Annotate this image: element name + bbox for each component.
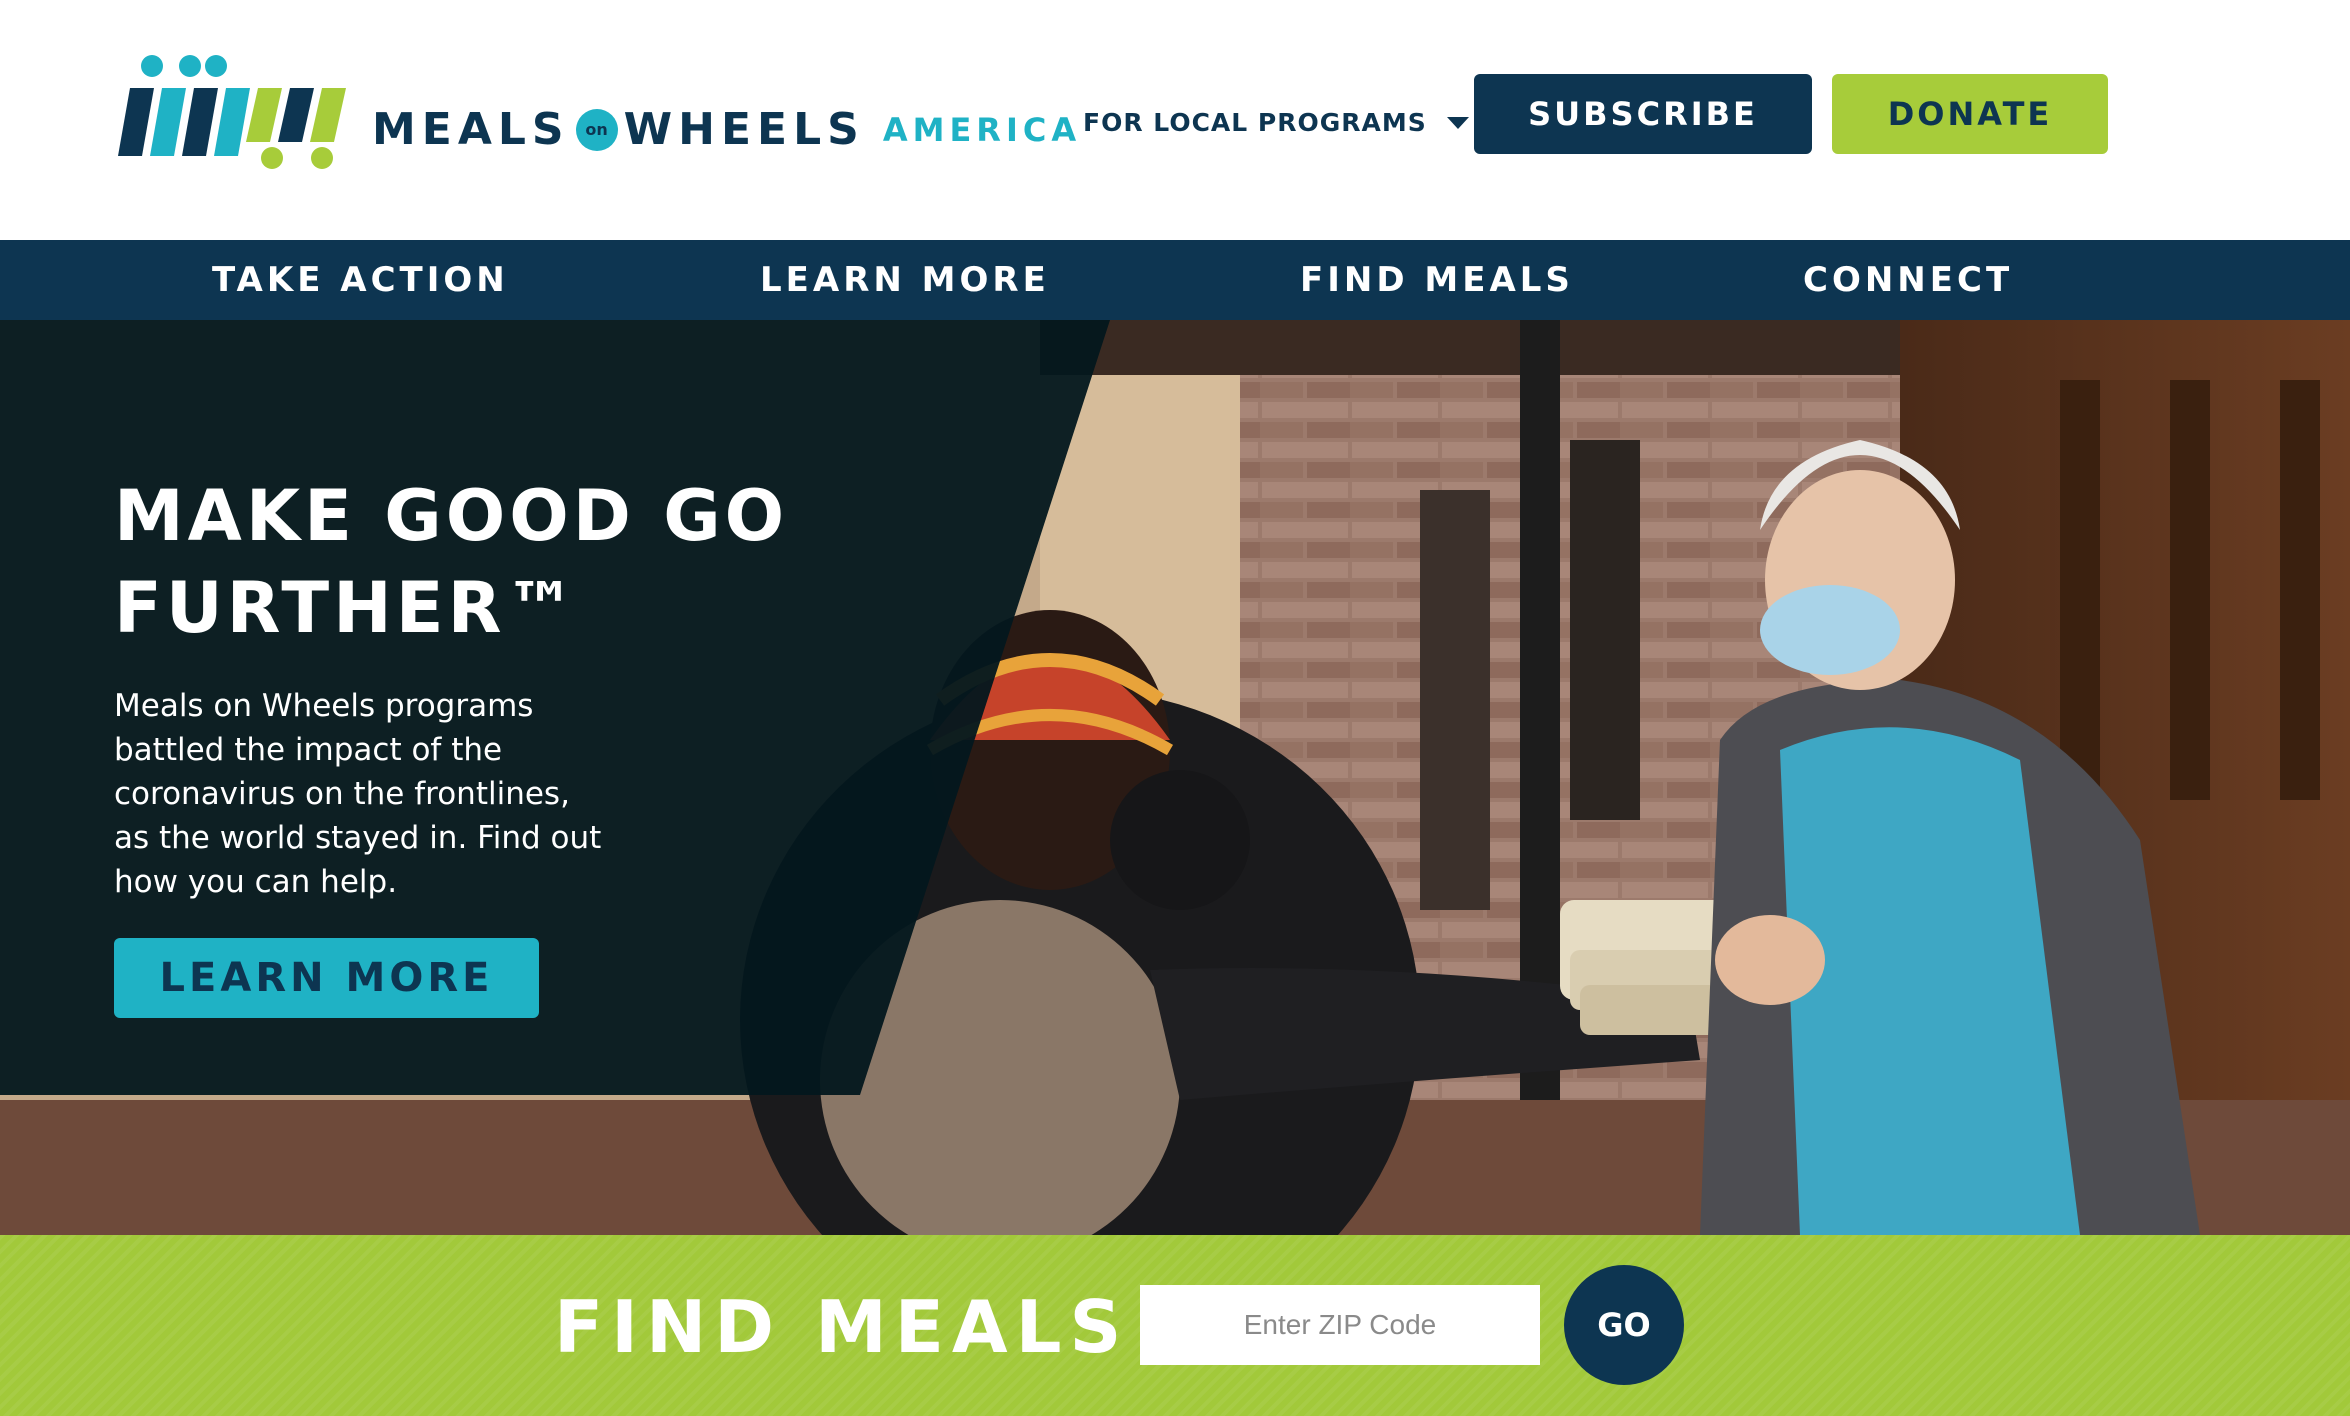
hero-title-line1: MAKE GOOD GO [114, 475, 789, 557]
local-programs-label: FOR LOCAL PROGRAMS [1083, 108, 1427, 137]
nav-item-learn-more[interactable]: LEARN MORE [760, 240, 1050, 320]
donate-button[interactable]: DONATE [1832, 74, 2108, 154]
wordmark-on: on [575, 108, 618, 151]
wordmark-wheels: WHEELS [623, 104, 865, 155]
go-button[interactable]: GO [1564, 1265, 1684, 1385]
hero-title-line2: FURTHER™ [114, 567, 580, 649]
find-meals-title: FIND MEALS [554, 1285, 1130, 1369]
hero-section: MAKE GOOD GO FURTHER™ Meals on Wheels pr… [0, 320, 2350, 1235]
nav-item-connect[interactable]: CONNECT [1803, 240, 2013, 320]
learn-more-button[interactable]: LEARN MORE [114, 938, 539, 1018]
meals-on-wheels-logo[interactable]: MEALS on WHEELS AMERICA [112, 52, 1076, 172]
hero-text-block: MAKE GOOD GO FURTHER™ Meals on Wheels pr… [114, 470, 874, 904]
site-header: MEALS on WHEELS AMERICA FOR LOCAL PROGRA… [0, 0, 2350, 240]
chevron-down-icon [1446, 116, 1469, 129]
subscribe-button[interactable]: SUBSCRIBE [1474, 74, 1812, 154]
local-programs-dropdown[interactable]: FOR LOCAL PROGRAMS [1083, 108, 1469, 137]
zip-code-input[interactable] [1140, 1285, 1540, 1365]
logo-mark-icon [118, 55, 346, 169]
logo-wordmark: MEALS on WHEELS AMERICA [372, 104, 1081, 155]
hero-body-text: Meals on Wheels programs battled the imp… [114, 688, 602, 900]
nav-item-take-action[interactable]: TAKE ACTION [212, 240, 509, 320]
main-nav: TAKE ACTION LEARN MORE FIND MEALS CONNEC… [0, 240, 2350, 320]
find-meals-bar: FIND MEALS GO [0, 1235, 2350, 1416]
nav-item-find-meals[interactable]: FIND MEALS [1300, 240, 1574, 320]
wordmark-america: AMERICA [882, 110, 1082, 149]
hero-title: MAKE GOOD GO FURTHER™ [114, 470, 874, 654]
wordmark-meals: MEALS [372, 104, 570, 155]
